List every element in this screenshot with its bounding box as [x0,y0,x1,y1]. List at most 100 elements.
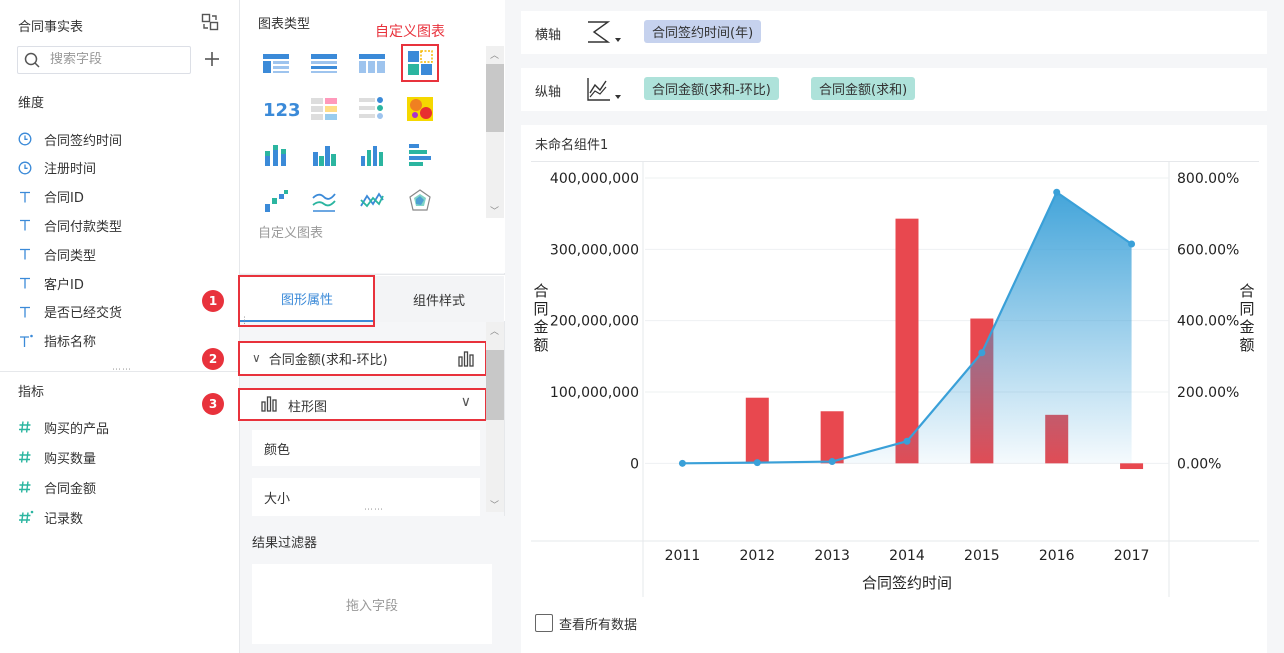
grouped-table-icon[interactable] [262,52,290,80]
y-axis-title-right: 合同金额 [1239,282,1254,354]
axis-title-char: 金 [1239,318,1254,336]
measure-field[interactable]: 购买的产品 [18,416,109,438]
ratio-point [678,459,686,467]
dimension-field[interactable]: 客户ID [18,272,84,294]
y-axis-title-left: 合同金额 [533,282,548,354]
ratio-point [753,459,761,467]
search-input[interactable] [50,52,180,67]
ratio-point [828,458,836,466]
x-tick-label: 2011 [665,548,701,564]
axis-type-icon[interactable] [585,75,625,109]
search-icon [24,52,40,72]
y-axis-label: 纵轴 [535,85,562,100]
x-tick-label: 2017 [1114,548,1150,564]
line-chart-icon[interactable] [311,188,337,218]
resize-handle[interactable]: ⋯⋯ [364,505,384,515]
bar [895,218,919,464]
y-axis-row: 纵轴 合同金额(求和-环比) 合同金额(求和) [521,68,1267,111]
result-filter-heading: 结果过滤器 [252,536,318,551]
search-box[interactable] [17,46,191,74]
measure-field[interactable]: 合同金额 [18,476,96,498]
x-tick-label: 2014 [889,548,925,564]
tab-component-style[interactable]: 组件样式 [374,276,504,322]
scroll-up-icon[interactable]: ︿ [490,324,499,337]
field-label: 购买的产品 [44,421,110,437]
dimension-field[interactable]: 指标名称 [18,330,96,352]
switch-dataset-icon[interactable] [201,13,219,31]
scroll-down-icon[interactable]: ﹀ [490,204,499,217]
measure-field[interactable]: 购买数量 [18,446,96,468]
highlight-box-2 [238,341,487,376]
dataset-title: 合同事实表 [18,20,84,35]
cross-table-icon[interactable] [358,52,386,80]
detail-table-icon[interactable] [310,52,338,80]
color-property-label: 颜色 [264,442,291,458]
dimension-field[interactable]: 合同ID [18,186,84,208]
dimension-field[interactable]: 合同签约时间 [18,128,122,150]
custom-chart-icon[interactable] [407,50,433,80]
field-label: 购买数量 [44,451,97,467]
axis-title-char: 额 [533,336,548,354]
x-tick-label: 2015 [964,548,1000,564]
polyline-chart-icon[interactable] [359,188,385,218]
axis-title-char: 额 [1239,336,1254,354]
grouped-bar-icon[interactable] [311,142,337,172]
measures-heading: 指标 [18,385,45,400]
dimension-field[interactable]: 合同付款类型 [18,214,122,236]
hash-icon [18,420,38,434]
scatter-chart-icon[interactable] [263,188,289,218]
dimension-field[interactable]: 是否已经交货 [18,301,122,323]
ratio-point [903,437,911,445]
y-axis-field-pill-1[interactable]: 合同金额(求和-环比) [644,77,779,100]
dimension-field[interactable]: 合同类型 [18,243,96,265]
filter-drop-zone[interactable]: 拖入字段 [252,564,492,644]
text-calc-icon [18,334,38,348]
text-icon [18,190,38,204]
field-label: 合同付款类型 [44,219,123,235]
text-icon [18,305,38,319]
show-all-data-label: 查看所有数据 [559,618,638,633]
chart-type-scroll-thumb[interactable] [486,64,504,132]
resize-handle[interactable]: ⋯⋯ [112,365,132,375]
divider [0,371,240,372]
ratio-point [978,349,986,357]
field-label: 指标名称 [44,335,97,351]
x-axis-field-pill[interactable]: 合同签约时间(年) [644,20,762,43]
hash-icon [18,450,38,464]
axis-title-char: 同 [1239,300,1254,318]
add-field-button[interactable] [203,50,221,68]
x-axis-row: 横轴 合同签约时间(年) [521,11,1267,54]
hash-icon [18,480,38,494]
field-label: 合同签约时间 [44,133,123,149]
show-all-data-checkbox[interactable] [535,614,553,632]
chart-type-heading: 图表类型 [258,17,311,32]
x-tick-label: 2016 [1039,548,1075,564]
bar [1120,463,1144,470]
scroll-up-icon[interactable]: ︿ [490,48,499,61]
heatmap-icon[interactable] [406,96,434,126]
kpi-card-icon[interactable] [310,96,338,126]
drag-handle[interactable]: ⋮ [240,316,250,326]
ratio-point [1128,240,1136,248]
measure-field[interactable]: 记录数 [18,506,83,528]
y-tick-label-right: 200.00% [1177,385,1239,401]
x-axis-title: 合同签约时间 [862,574,952,592]
progress-icon[interactable] [358,96,386,126]
selected-chart-type-name: 自定义图表 [258,226,324,241]
hash-calc-icon [18,510,38,524]
column-chart-icon[interactable] [359,142,385,172]
color-property[interactable]: 颜色 [252,430,480,466]
field-label: 合同类型 [44,248,97,264]
stacked-bar-icon[interactable] [263,142,289,172]
property-scroll-thumb[interactable] [486,350,504,420]
y-tick-label-right: 600.00% [1177,242,1239,258]
kpi-number-icon[interactable]: 123 [263,100,301,121]
scroll-down-icon[interactable]: ﹀ [490,498,499,511]
y-tick-label-right: 800.00% [1177,171,1239,187]
y-axis-field-pill-2[interactable]: 合同金额(求和) [811,77,916,100]
field-label: 记录数 [44,511,84,527]
radar-chart-icon[interactable] [407,188,433,218]
axis-type-icon[interactable] [585,18,625,52]
horizontal-bar-icon[interactable] [407,142,433,172]
dimension-field[interactable]: 注册时间 [18,157,96,179]
